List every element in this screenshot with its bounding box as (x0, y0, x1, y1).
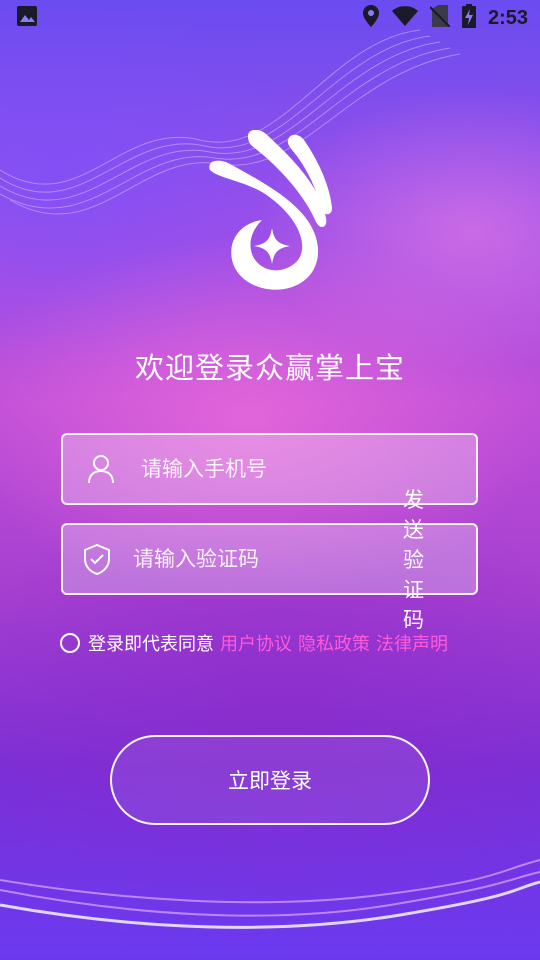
user-icon (83, 451, 119, 487)
send-code-button[interactable]: 发送验证码 (403, 484, 440, 634)
image-icon (16, 5, 38, 31)
shield-check-icon (83, 541, 111, 577)
no-sim-icon (429, 5, 451, 31)
app-logo (209, 130, 332, 290)
code-field[interactable]: 发送验证码 (61, 488, 478, 632)
battery-charging-icon (461, 4, 476, 32)
location-icon (362, 5, 380, 31)
agreement-text: 登录即代表同意 (88, 634, 214, 655)
login-button[interactable]: 立即登录 (110, 735, 430, 825)
wifi-icon (391, 6, 418, 30)
welcome-title: 欢迎登录众赢掌上宝 (134, 351, 405, 385)
privacy-policy-link[interactable]: 隐私政策 (298, 630, 370, 656)
agreement-row: 登录即代表同意 用户协议 隐私政策 法律声明 (60, 630, 448, 656)
code-input[interactable] (131, 538, 403, 580)
legal-notice-link[interactable]: 法律声明 (376, 630, 448, 656)
agreement-radio[interactable] (60, 633, 80, 653)
status-bar: 2:53 (0, 0, 540, 36)
user-agreement-link[interactable]: 用户协议 (220, 630, 292, 656)
status-time: 2:53 (487, 6, 528, 29)
